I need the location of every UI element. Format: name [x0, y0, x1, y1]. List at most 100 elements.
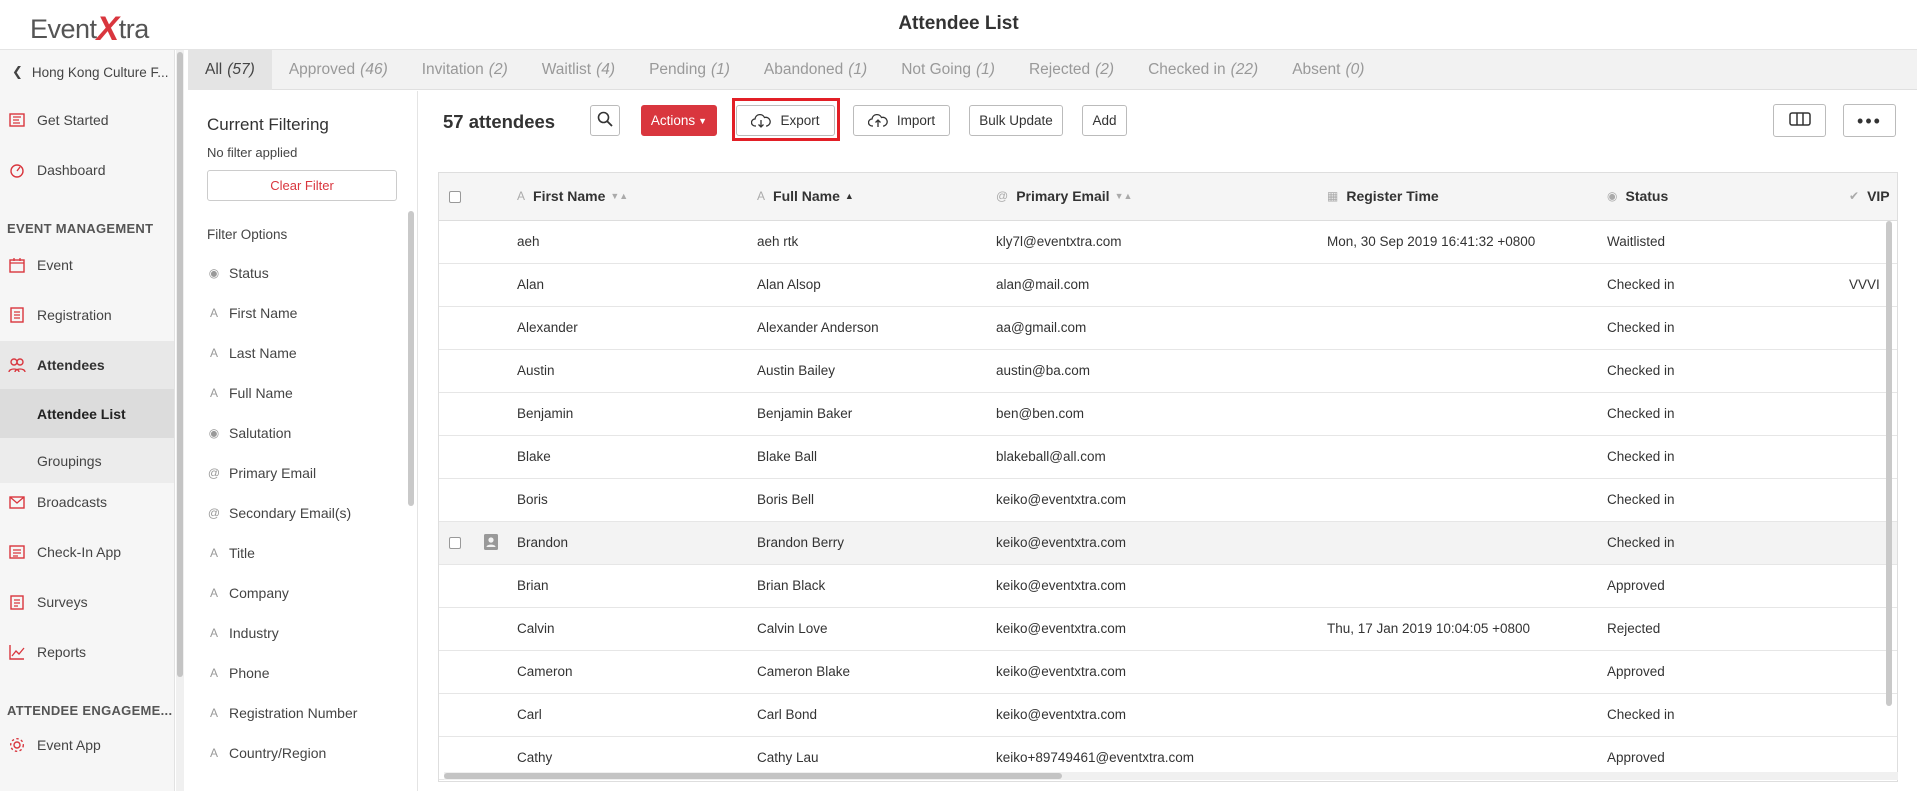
sidebar-item-label: Dashboard — [37, 162, 106, 178]
cell-first-name: Cameron — [517, 664, 573, 679]
more-options-button[interactable]: ••• — [1843, 104, 1896, 137]
sidebar-item-dashboard[interactable]: Dashboard — [0, 148, 174, 192]
table-row[interactable]: aeh aeh rtk kly7l@eventxtra.com Mon, 30 … — [439, 221, 1897, 264]
table-horizontal-scrollbar[interactable] — [444, 772, 1898, 780]
column-header-label: Full Name — [773, 188, 840, 204]
table-row[interactable]: Austin Austin Bailey austin@ba.com Check… — [439, 350, 1897, 393]
tab-abandoned[interactable]: Abandoned (1) — [747, 50, 884, 90]
tab-all[interactable]: All (57) — [188, 50, 272, 90]
back-to-event-link[interactable]: ❮ Hong Kong Culture F... — [12, 64, 168, 80]
sidebar-item-event[interactable]: Event — [0, 243, 174, 287]
sidebar: ❮ Hong Kong Culture F... Get Started Das… — [0, 50, 175, 791]
cell-primary-email: keiko@eventxtra.com — [996, 664, 1127, 679]
cell-first-name: Alexander — [517, 320, 578, 335]
filter-option-phone[interactable]: A Phone — [207, 665, 270, 681]
sidebar-item-broadcasts[interactable]: Broadcasts — [0, 480, 174, 524]
filter-option-registration-number[interactable]: A Registration Number — [207, 705, 357, 721]
column-header-vip[interactable]: ✔ VIP — [1849, 188, 1890, 204]
tab-count: (0) — [1345, 61, 1365, 78]
sidebar-item-event-app[interactable]: Event App — [0, 723, 174, 767]
cell-primary-email: keiko+89749461@eventxtra.com — [996, 750, 1194, 765]
filter-option-status[interactable]: ◉ Status — [207, 265, 269, 281]
cell-register-time: Mon, 30 Sep 2019 16:41:32 +0800 — [1327, 234, 1536, 249]
import-button[interactable]: Import — [853, 105, 950, 136]
table-row[interactable]: Carl Carl Bond keiko@eventxtra.com Check… — [439, 694, 1897, 737]
table-row[interactable]: Alan Alan Alsop alan@mail.com Checked in… — [439, 264, 1897, 307]
filter-option-full-name[interactable]: A Full Name — [207, 385, 293, 401]
table-row[interactable]: Brian Brian Black keiko@eventxtra.com Ap… — [439, 565, 1897, 608]
tab-checked-in[interactable]: Checked in (22) — [1131, 50, 1275, 90]
column-header-full-name[interactable]: A Full Name ▲ — [757, 188, 854, 204]
tab-rejected[interactable]: Rejected (2) — [1012, 50, 1131, 90]
column-header-register-time[interactable]: ▦ Register Time — [1327, 188, 1439, 204]
cell-full-name: aeh rtk — [757, 234, 799, 249]
sidebar-item-registration[interactable]: Registration — [0, 293, 174, 337]
text-icon: A — [209, 546, 218, 560]
cell-status: Checked in — [1607, 406, 1675, 421]
search-button[interactable] — [590, 105, 620, 136]
sidebar-subitem-attendee-list[interactable]: Attendee List — [0, 389, 174, 438]
column-header-first-name[interactable]: A First Name ▼▲ — [517, 188, 628, 204]
filter-option-label: Company — [229, 585, 289, 601]
column-header-primary-email[interactable]: @ Primary Email ▼▲ — [996, 188, 1132, 204]
table-row[interactable]: Cameron Cameron Blake keiko@eventxtra.co… — [439, 651, 1897, 694]
column-layout-button[interactable] — [1773, 104, 1826, 137]
table-horizontal-scrollbar-thumb[interactable] — [444, 773, 1062, 779]
radio-icon: ◉ — [1607, 189, 1618, 203]
tab-count: (57) — [227, 61, 255, 78]
sidebar-subitem-groupings[interactable]: Groupings — [0, 438, 174, 483]
filter-option-label: Industry — [229, 625, 279, 641]
top-bar: EventXtra Attendee List — [0, 0, 1917, 50]
cell-first-name: Austin — [517, 363, 555, 378]
sidebar-item-surveys[interactable]: Surveys — [0, 580, 174, 624]
filter-option-company[interactable]: A Company — [207, 585, 289, 601]
table-header: A First Name ▼▲ A Full Name ▲ @ Primary Email… — [439, 173, 1897, 221]
table-vertical-scrollbar[interactable] — [1886, 221, 1892, 706]
tab-not-going[interactable]: Not Going (1) — [884, 50, 1012, 90]
filter-option-first-name[interactable]: A First Name — [207, 305, 297, 321]
filter-panel-scrollbar[interactable] — [408, 211, 414, 506]
tab-absent[interactable]: Absent (0) — [1275, 50, 1381, 90]
sidebar-item-attendees[interactable]: Attendees — [0, 341, 174, 389]
tab-invitation[interactable]: Invitation (2) — [405, 50, 525, 90]
filter-option-title[interactable]: A Title — [207, 545, 255, 561]
filter-option-secondary-email[interactable]: @ Secondary Email(s) — [207, 505, 351, 521]
cell-status: Checked in — [1607, 535, 1675, 550]
sidebar-item-reports[interactable]: Reports — [0, 630, 174, 674]
filter-option-last-name[interactable]: A Last Name — [207, 345, 297, 361]
row-checkbox[interactable] — [449, 537, 461, 549]
add-button[interactable]: Add — [1082, 105, 1127, 136]
contact-card-icon[interactable] — [484, 534, 498, 553]
tab-waitlist[interactable]: Waitlist (4) — [525, 50, 632, 90]
cell-vip: VVVI — [1849, 277, 1880, 292]
table-row[interactable]: Calvin Calvin Love keiko@eventxtra.com T… — [439, 608, 1897, 651]
cell-full-name: Cameron Blake — [757, 664, 851, 679]
table-row[interactable]: Blake Blake Ball blakeball@all.com Check… — [439, 436, 1897, 479]
table-row[interactable]: Benjamin Benjamin Baker ben@ben.com Chec… — [439, 393, 1897, 436]
filter-option-primary-email[interactable]: @ Primary Email — [207, 465, 316, 481]
actions-button[interactable]: Actions ▼ — [641, 105, 717, 136]
sidebar-item-check-in-app[interactable]: Check-In App — [0, 530, 174, 574]
text-icon: A — [209, 746, 218, 760]
table-row[interactable]: Boris Boris Bell keiko@eventxtra.com Che… — [439, 479, 1897, 522]
cell-first-name: Calvin — [517, 621, 555, 636]
cell-status: Checked in — [1607, 707, 1675, 722]
filter-option-country-region[interactable]: A Country/Region — [207, 745, 326, 761]
attendee-table: A First Name ▼▲ A Full Name ▲ @ Primary Email… — [438, 172, 1898, 782]
select-all-checkbox[interactable] — [449, 191, 461, 203]
filter-option-label: Country/Region — [229, 745, 327, 761]
table-row[interactable]: Brandon Brandon Berry keiko@eventxtra.co… — [439, 522, 1897, 565]
filter-option-salutation[interactable]: ◉ Salutation — [207, 425, 292, 441]
sidebar-scrollbar[interactable] — [176, 50, 184, 791]
sidebar-item-get-started[interactable]: Get Started — [0, 98, 174, 142]
tab-pending[interactable]: Pending (1) — [632, 50, 747, 90]
clear-filter-button[interactable]: Clear Filter — [207, 170, 397, 201]
tab-approved[interactable]: Approved (46) — [272, 50, 405, 90]
search-icon — [597, 111, 613, 130]
sidebar-scrollbar-thumb[interactable] — [177, 52, 183, 677]
bulk-update-button[interactable]: Bulk Update — [969, 105, 1063, 136]
table-row[interactable]: Alexander Alexander Anderson aa@gmail.co… — [439, 307, 1897, 350]
filter-option-industry[interactable]: A Industry — [207, 625, 279, 641]
tab-count: (22) — [1230, 61, 1259, 78]
column-header-status[interactable]: ◉ Status — [1607, 188, 1668, 204]
